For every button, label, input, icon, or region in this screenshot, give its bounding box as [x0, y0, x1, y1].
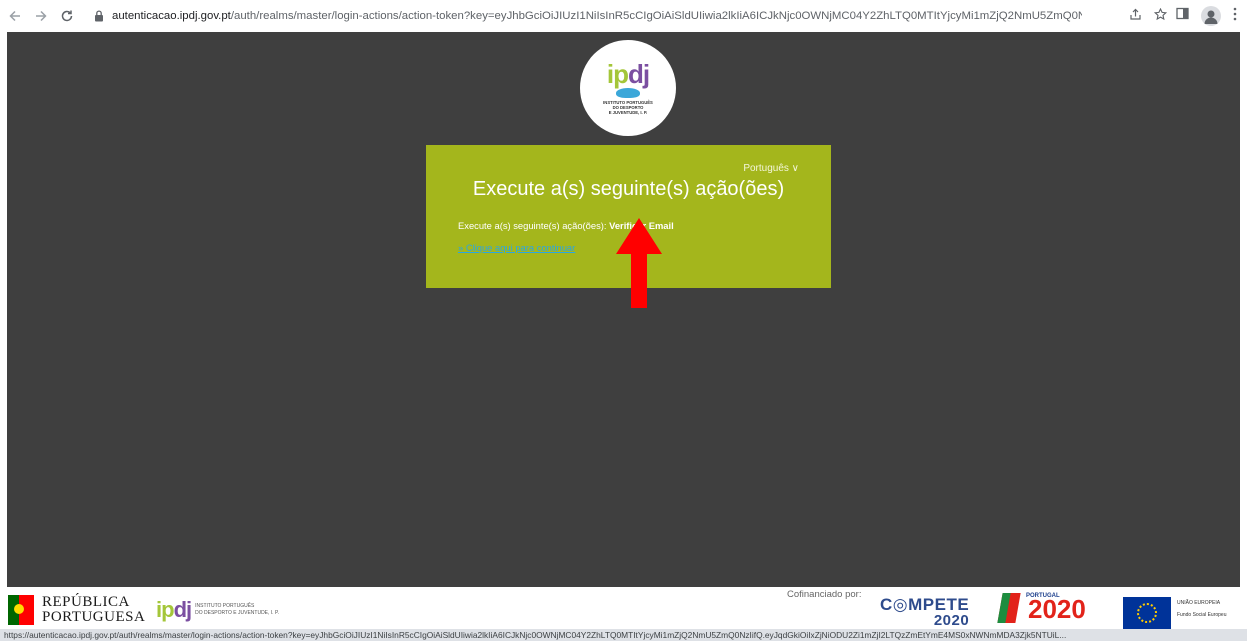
splash-icon — [616, 88, 640, 98]
url-host: autenticacao.ipdj.gov.pt — [112, 10, 231, 22]
ipdj-logo: ipdj INSTITUTO PORTUGUÊS DO DESPORTO E J… — [580, 40, 676, 136]
page-title: Execute a(s) seguinte(s) ação(ões) — [472, 178, 785, 200]
footer-logos: REPÚBLICA PORTUGUESA ipdj INSTITUTO PORT… — [0, 587, 1247, 629]
ipdj-footer-ip: ip — [156, 597, 175, 622]
action-message-prefix: Execute a(s) seguinte(s) ação(ões): — [458, 220, 610, 231]
eu-fse-logo: UNIÃO EUROPEIA Fundo Social Europeu — [1123, 597, 1226, 629]
ipdj-footer-text-1: INSTITUTO PORTUGUÊS — [195, 603, 255, 609]
logo-word-dj: dj — [628, 59, 650, 89]
link-status-bar: https://autenticacao.ipdj.gov.pt/auth/re… — [0, 629, 1247, 641]
compete-year: 2020 — [933, 612, 970, 629]
portugal-year: 2020 — [1028, 594, 1086, 624]
ipdj-footer-wordmark: ipdj — [156, 597, 193, 623]
forward-icon[interactable] — [30, 5, 52, 27]
republica-text: REPÚBLICA PORTUGUESA — [42, 595, 145, 625]
profile-avatar-icon[interactable] — [1201, 6, 1221, 26]
logo-word-ip: ip — [606, 59, 629, 89]
browser-toolbar: autenticacao.ipdj.gov.pt/auth/realms/mas… — [0, 0, 1247, 32]
menu-kebab-icon[interactable] — [1233, 7, 1237, 26]
red-arrow-icon — [616, 218, 662, 308]
logo-subtitle: INSTITUTO PORTUGUÊS DO DESPORTO E JUVENT… — [603, 100, 653, 115]
compete-2020-logo: C◎MPETE 2020 — [880, 596, 970, 629]
cofinanced-label: Cofinanciado por: — [787, 589, 862, 600]
side-panel-icon[interactable] — [1176, 7, 1189, 25]
eu-line-1: UNIÃO EUROPEIA — [1177, 600, 1221, 606]
logo-sub-line-3: E JUVENTUDE, I. P. — [608, 110, 648, 115]
page-content: ipdj INSTITUTO PORTUGUÊS DO DESPORTO E J… — [7, 32, 1240, 587]
republica-portuguesa-logo: REPÚBLICA PORTUGUESA — [8, 595, 145, 625]
language-selector[interactable]: Português ∨ — [743, 163, 799, 174]
continue-link[interactable]: » Clique aqui para continuar — [458, 242, 575, 253]
bookmark-star-icon[interactable] — [1153, 7, 1168, 24]
eu-text: UNIÃO EUROPEIA Fundo Social Europeu — [1177, 597, 1226, 621]
omnibox-actions — [1129, 5, 1168, 27]
republica-line-1: REPÚBLICA — [42, 594, 130, 610]
republica-line-2: PORTUGUESA — [42, 609, 146, 625]
portugal-emblem-icon — [8, 595, 34, 625]
eu-line-2: Fundo Social Europeu — [1177, 612, 1227, 618]
ipdj-footer-dj: dj — [173, 597, 193, 622]
ipdj-footer-text-2: DO DESPORTO E JUVENTUDE, I. P. — [195, 610, 280, 616]
logo-wordmark: ipdj — [606, 59, 650, 89]
reload-icon[interactable] — [56, 5, 78, 27]
portugal-2020-logo: PORTUGAL 2020 — [997, 593, 1086, 624]
share-icon[interactable] — [1129, 8, 1142, 24]
portugal-2020-flag-icon — [997, 593, 1021, 623]
ipdj-footer-text: INSTITUTO PORTUGUÊS DO DESPORTO E JUVENT… — [195, 603, 279, 617]
lock-icon[interactable] — [92, 9, 106, 23]
url-path: /auth/realms/master/login-actions/action… — [230, 10, 1082, 22]
eu-flag-icon — [1123, 597, 1171, 629]
portugal-label: PORTUGAL — [1026, 593, 1060, 599]
back-icon[interactable] — [4, 5, 26, 27]
ipdj-footer-logo: ipdj INSTITUTO PORTUGUÊS DO DESPORTO E J… — [156, 597, 279, 623]
address-bar[interactable]: autenticacao.ipdj.gov.pt/auth/realms/mas… — [92, 5, 1168, 27]
url-text[interactable]: autenticacao.ipdj.gov.pt/auth/realms/mas… — [112, 10, 1082, 22]
toolbar-right — [1176, 5, 1237, 27]
